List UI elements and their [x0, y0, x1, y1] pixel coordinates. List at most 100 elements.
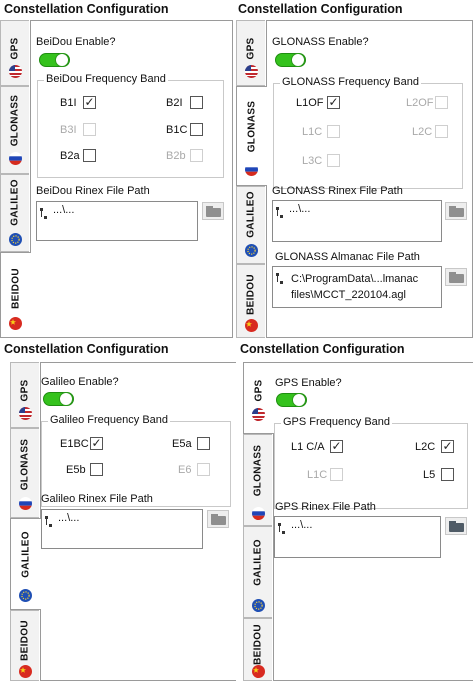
tree-icon — [45, 516, 57, 528]
folder-icon[interactable] — [202, 202, 224, 220]
china-flag-icon — [9, 317, 22, 330]
constellation-tabs: GPS GLONASS GALILEO BEIDOU — [10, 362, 41, 681]
option-l1ca-label: L1 C/A — [291, 441, 325, 453]
option-l3c-checkbox — [327, 154, 340, 167]
enable-toggle[interactable] — [39, 53, 70, 67]
beidou-content: BeiDou Enable? BeiDou Frequency Band B1I… — [30, 20, 233, 338]
frequency-band-title: Galileo Frequency Band — [48, 414, 171, 426]
rinex-path-label: GPS Rinex File Path — [275, 501, 376, 513]
tree-icon — [278, 523, 290, 535]
option-l1c-checkbox — [330, 468, 343, 481]
russia-flag-icon — [245, 163, 258, 176]
tab-beidou-label: BEIDOU — [10, 268, 22, 309]
tab-gps[interactable]: GPS — [10, 362, 39, 428]
option-b2a-checkbox[interactable] — [83, 149, 96, 162]
option-b1i-checkbox[interactable]: ✓ — [83, 96, 96, 109]
frequency-band-title: GLONASS Frequency Band — [280, 76, 421, 88]
almanac-path-label: GLONASS Almanac File Path — [275, 251, 420, 263]
tab-glonass[interactable]: GLONASS — [10, 428, 39, 518]
tab-gps-label: GPS — [245, 37, 257, 60]
us-flag-icon — [9, 65, 22, 78]
option-e6-label: E6 — [178, 464, 192, 476]
glonass-panel: Constellation Configuration GPS GLONASS … — [236, 0, 476, 338]
galileo-content: Galileo Enable? Galileo Frequency Band E… — [40, 362, 236, 681]
tab-glonass[interactable]: GLONASS — [236, 86, 267, 186]
enable-toggle[interactable] — [275, 53, 306, 67]
folder-icon[interactable] — [445, 202, 467, 220]
us-flag-icon — [252, 408, 265, 421]
tab-glonass-label: GLONASS — [9, 94, 21, 147]
tab-galileo[interactable]: GALILEO — [236, 186, 265, 264]
tab-galileo[interactable]: GALILEO — [243, 526, 272, 618]
tab-gps[interactable]: GPS — [236, 20, 265, 86]
option-l1of-checkbox[interactable]: ✓ — [327, 96, 340, 109]
constellation-tabs: GPS GLONASS GALILEO BEIDOU — [0, 20, 31, 338]
tab-glonass-label: GLONASS — [19, 438, 31, 491]
almanac-path-line2: files\MCCT_220104.agl — [291, 289, 406, 301]
option-b2b-checkbox — [190, 149, 203, 162]
tab-galileo[interactable]: GALILEO — [0, 174, 29, 252]
tree-icon — [40, 208, 52, 220]
option-l1c-label: L1C — [302, 126, 323, 138]
tab-gps-label: GPS — [253, 379, 265, 402]
option-e5b-label: E5b — [66, 464, 86, 476]
rinex-path-field[interactable]: ...\... — [274, 516, 441, 558]
china-flag-icon — [19, 665, 32, 678]
option-l5-label: L5 — [423, 469, 436, 481]
option-b2b-label: B2b — [166, 150, 186, 162]
tab-gps[interactable]: GPS — [0, 20, 29, 86]
tab-gps[interactable]: GPS — [243, 362, 274, 434]
enable-label: GLONASS Enable? — [272, 36, 369, 48]
option-b2i-checkbox[interactable] — [190, 96, 203, 109]
option-e5b-checkbox[interactable] — [90, 463, 103, 476]
enable-toggle[interactable] — [276, 393, 307, 407]
tab-glonass[interactable]: GLONASS — [243, 434, 272, 526]
enable-toggle[interactable] — [43, 392, 74, 406]
tab-galileo-label: GALILEO — [9, 179, 21, 226]
frequency-band-title: GPS Frequency Band — [281, 416, 393, 428]
option-l1c-checkbox — [327, 125, 340, 138]
rinex-path-label: Galileo Rinex File Path — [41, 493, 153, 505]
tab-beidou[interactable]: BEIDOU — [243, 618, 272, 681]
tab-beidou-label: BEIDOU — [245, 274, 257, 315]
option-b3i-label: B3I — [60, 124, 77, 136]
rinex-path-field[interactable]: ...\... — [41, 509, 203, 549]
constellation-tabs: GPS GLONASS GALILEO BEIDOU — [243, 362, 274, 681]
folder-icon[interactable] — [445, 268, 467, 286]
option-l5-checkbox[interactable] — [441, 468, 454, 481]
option-l2c-checkbox[interactable]: ✓ — [441, 440, 454, 453]
option-e5a-label: E5a — [172, 438, 192, 450]
eu-flag-icon — [245, 244, 258, 257]
tab-beidou[interactable]: BEIDOU — [10, 610, 39, 681]
folder-icon[interactable] — [445, 517, 467, 535]
rinex-path-field[interactable]: ...\... — [36, 201, 198, 241]
frequency-band-group: GPS Frequency Band L1 C/A ✓ L2C ✓ L1C L5 — [274, 416, 468, 509]
gps-panel: Constellation Configuration GPS GLONASS … — [236, 340, 476, 681]
galileo-panel: Constellation Configuration GPS GLONASS … — [0, 340, 236, 681]
tree-icon — [276, 273, 288, 285]
tab-galileo-label: GALILEO — [20, 531, 32, 578]
panel-title: Constellation Configuration — [238, 2, 403, 16]
option-l2of-label: L2OF — [406, 97, 434, 109]
option-l2c-label: L2C — [412, 126, 433, 138]
rinex-path-value: ...\... — [289, 203, 311, 215]
option-e5a-checkbox[interactable] — [197, 437, 210, 450]
rinex-path-label: GLONASS Rinex File Path — [272, 185, 403, 197]
tab-beidou[interactable]: BEIDOU — [0, 252, 31, 338]
tree-icon — [276, 207, 288, 219]
tab-galileo-label: GALILEO — [252, 539, 264, 586]
tab-glonass[interactable]: GLONASS — [0, 86, 29, 174]
glonass-content: GLONASS Enable? GLONASS Frequency Band L… — [266, 20, 473, 338]
tab-galileo[interactable]: GALILEO — [10, 518, 41, 610]
option-b1c-checkbox[interactable] — [190, 123, 203, 136]
folder-icon[interactable] — [207, 510, 229, 528]
tab-beidou[interactable]: BEIDOU — [236, 264, 265, 338]
rinex-path-field[interactable]: ...\... — [272, 200, 442, 242]
frequency-band-title: BeiDou Frequency Band — [44, 73, 168, 85]
constellation-tabs: GPS GLONASS GALILEO BEIDOU — [236, 20, 267, 338]
option-l1ca-checkbox[interactable]: ✓ — [330, 440, 343, 453]
option-e1bc-checkbox[interactable]: ✓ — [90, 437, 103, 450]
option-l1of-label: L1OF — [296, 97, 324, 109]
rinex-path-value: ...\... — [58, 512, 80, 524]
almanac-path-field[interactable]: C:\ProgramData\...lmanac files\MCCT_2201… — [272, 266, 442, 308]
